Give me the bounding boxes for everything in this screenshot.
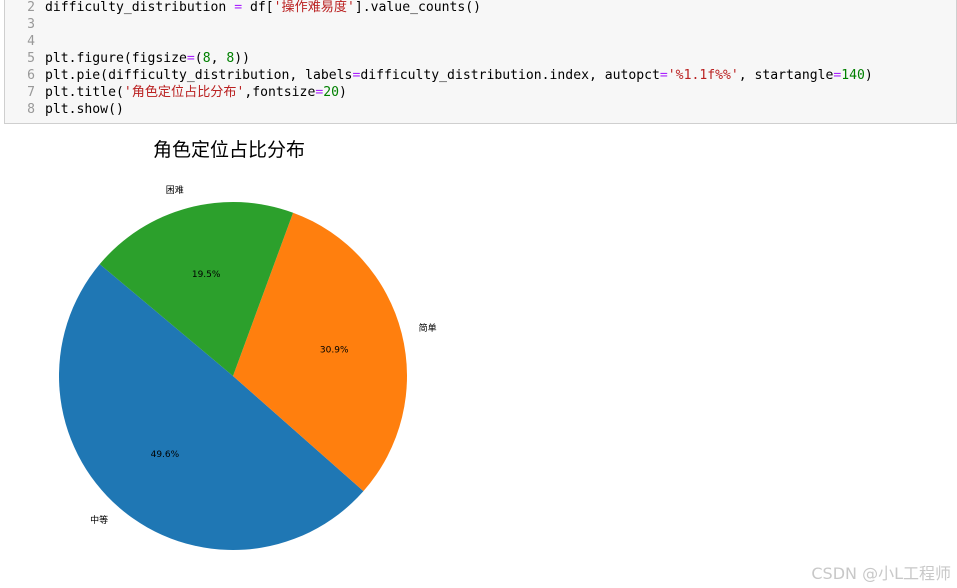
slice-category-label: 困难 [166,185,184,196]
slice-percent-label: 30.9% [320,345,349,355]
slice-percent-label: 49.6% [151,450,180,460]
pie-chart: 49.6% 中等 30.9% 简单 19.5% 困难 [59,185,437,550]
slice-percent-label: 19.5% [192,270,221,280]
slice-category-label: 中等 [90,514,108,526]
watermark: CSDN @小L工程师 [811,564,951,583]
slice-category-label: 简单 [419,322,437,334]
